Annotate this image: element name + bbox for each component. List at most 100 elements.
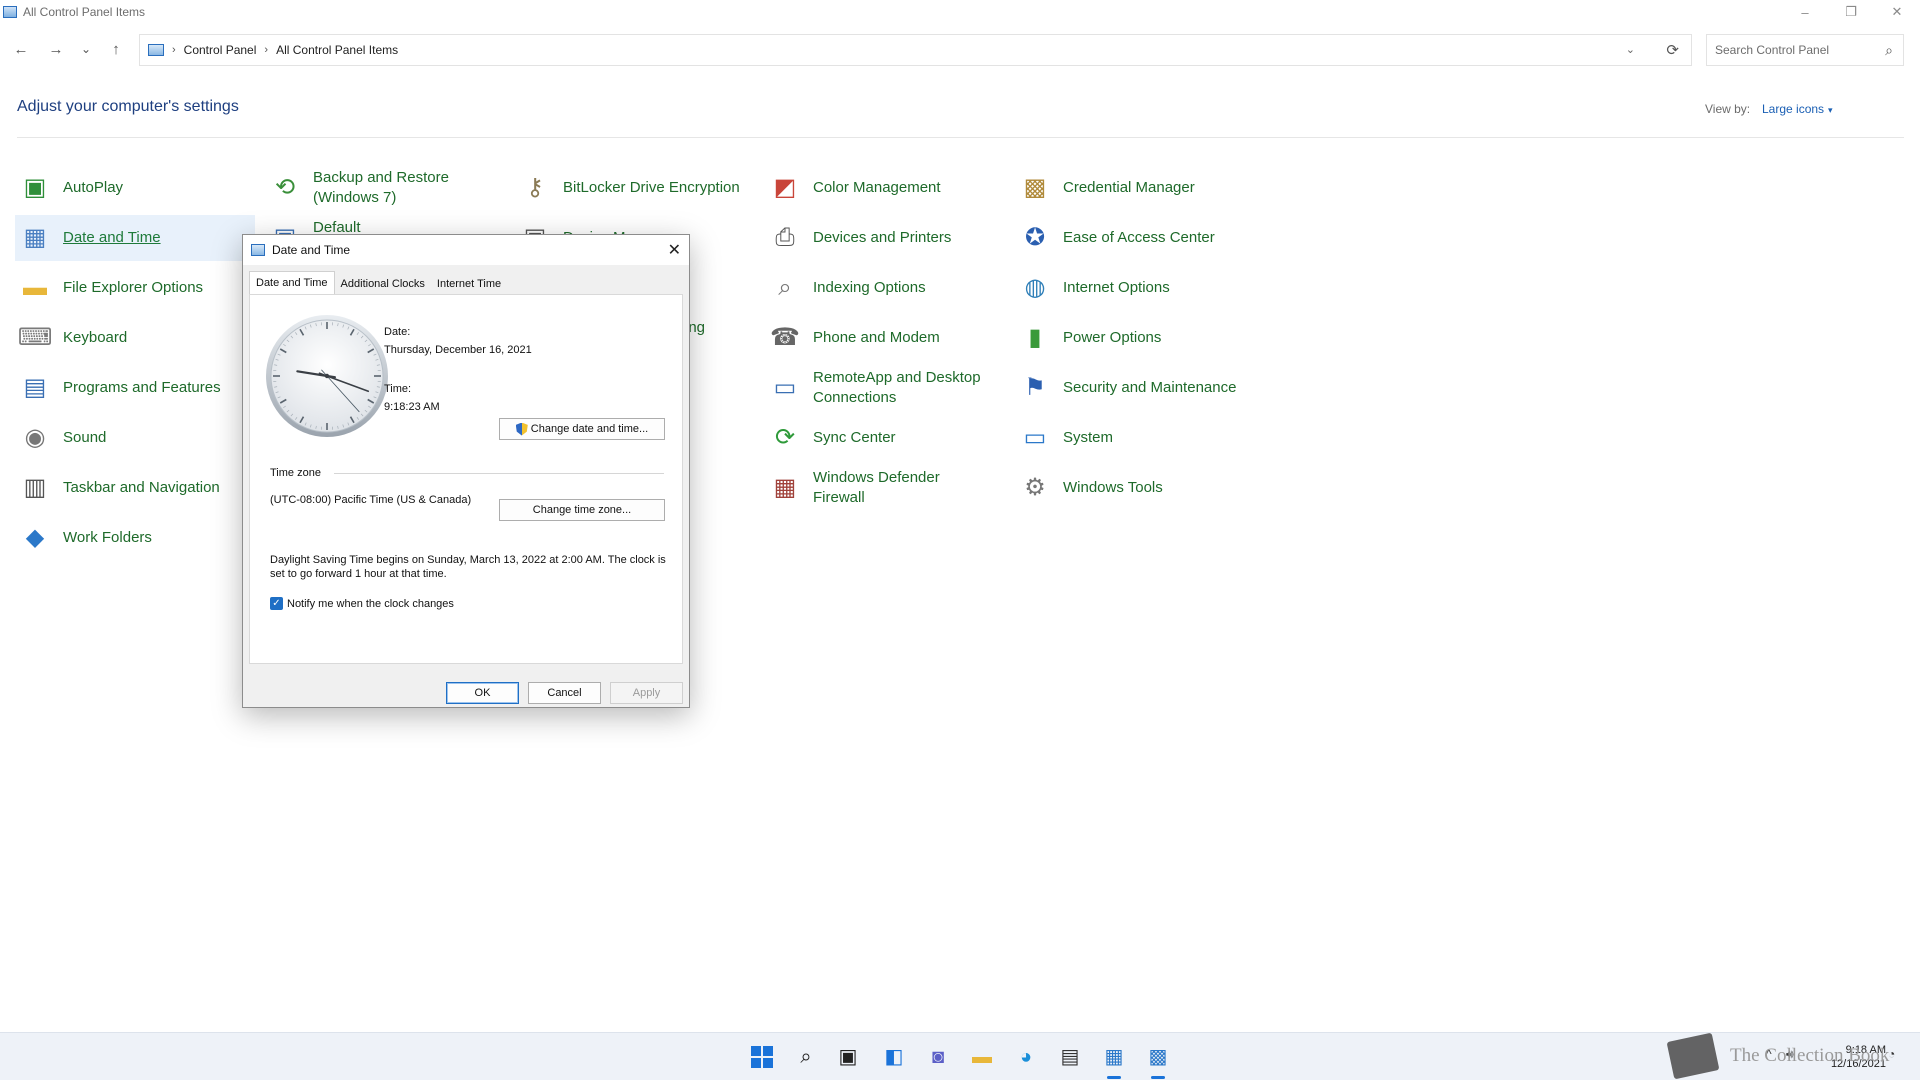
- phone-icon: ☎: [770, 324, 800, 351]
- item-bitlocker[interactable]: ⚷ BitLocker Drive Encryption: [515, 165, 755, 211]
- watermark: The Collection Book: [1666, 1032, 1910, 1080]
- uac-shield-icon: [515, 422, 528, 436]
- edge-browser-icon[interactable]: ◕: [1012, 1043, 1040, 1071]
- dialog-title-bar[interactable]: Date and Time ✕: [243, 235, 689, 265]
- item-backup-and-restore[interactable]: ⟲ Backup and Restore (Windows 7): [265, 165, 505, 211]
- item-internet-options[interactable]: ◍ Internet Options: [1015, 265, 1255, 311]
- recent-locations-button[interactable]: ⌄: [73, 36, 99, 62]
- item-label: Backup and Restore (Windows 7): [313, 169, 449, 206]
- forward-button[interactable]: →: [43, 36, 69, 62]
- start-icon[interactable]: [748, 1043, 776, 1071]
- item-date-and-time[interactable]: ▦ Date and Time: [15, 215, 255, 261]
- cancel-button[interactable]: Cancel: [528, 682, 601, 704]
- item-label: Programs and Features: [63, 379, 221, 396]
- ease-of-access-icon: ✪: [1024, 224, 1046, 251]
- search-placeholder: Search Control Panel: [1715, 43, 1830, 57]
- item-remoteapp[interactable]: ▭ RemoteApp and Desktop Connections: [765, 365, 1005, 411]
- search-input[interactable]: Search Control Panel ⌕: [1706, 34, 1904, 66]
- item-windows-tools[interactable]: ⚙ Windows Tools: [1015, 465, 1255, 511]
- breadcrumb-separator: ›: [264, 44, 269, 56]
- tab-date-and-time[interactable]: Date and Time: [249, 271, 335, 294]
- control-panel-icon: [148, 44, 164, 56]
- item-file-explorer-options[interactable]: ▬ File Explorer Options: [15, 265, 255, 311]
- button-label: Cancel: [547, 687, 582, 699]
- button-label: Change time zone...: [532, 504, 632, 516]
- item-label: Credential Manager: [1063, 179, 1195, 196]
- up-button[interactable]: ↑: [103, 36, 129, 62]
- dialog-close-button[interactable]: ✕: [668, 240, 681, 260]
- minimize-button[interactable]: –: [1782, 0, 1828, 24]
- item-label: Sync Center: [813, 429, 896, 446]
- taskbar: ⌕ ▣ ◧ ◙ ▬ ◕ ▤ ▦ ▩ ^ 🔊︎ 9:18 AM 12/16/202…: [0, 1032, 1920, 1080]
- chat-icon[interactable]: ◙: [924, 1043, 952, 1071]
- calendar-clock-icon: ▦: [23, 224, 47, 251]
- item-system[interactable]: ▭ System: [1015, 415, 1255, 461]
- battery-icon: ▮: [1028, 324, 1042, 351]
- view-by-label: View by:: [1705, 102, 1751, 116]
- close-button[interactable]: ✕: [1874, 0, 1920, 24]
- restore-button[interactable]: ❐: [1828, 0, 1874, 24]
- item-ease-of-access[interactable]: ✪ Ease of Access Center: [1015, 215, 1255, 261]
- apply-button[interactable]: Apply: [610, 682, 683, 704]
- checkbox-checked-icon[interactable]: ✓: [270, 597, 283, 610]
- folder-options-icon: ▬: [23, 274, 47, 301]
- item-label: RemoteApp and Desktop Connections: [813, 369, 981, 406]
- search-icon[interactable]: ⌕: [792, 1043, 820, 1071]
- item-label: File Explorer Options: [63, 279, 204, 296]
- item-power-options[interactable]: ▮ Power Options: [1015, 315, 1255, 361]
- window-title: All Control Panel Items: [23, 5, 146, 19]
- refresh-icon[interactable]: ⟳: [1666, 41, 1679, 59]
- item-autoplay[interactable]: ▣ AutoPlay: [15, 165, 255, 211]
- button-label: Apply: [632, 687, 661, 699]
- address-bar[interactable]: › Control Panel › All Control Panel Item…: [139, 34, 1692, 66]
- store-icon[interactable]: ▤: [1056, 1043, 1084, 1071]
- item-credential-manager[interactable]: ▩ Credential Manager: [1015, 165, 1255, 211]
- time-label: Time:: [384, 383, 412, 395]
- item-programs-and-features[interactable]: ▤ Programs and Features: [15, 365, 255, 411]
- watermark-text: The Collection Book: [1730, 1045, 1890, 1066]
- item-security-and-maintenance[interactable]: ⚑ Security and Maintenance: [1015, 365, 1255, 411]
- notify-label: Notify me when the clock changes: [287, 597, 454, 610]
- change-date-time-button[interactable]: Change date and time...: [499, 418, 665, 440]
- item-color-management[interactable]: ◩ Color Management: [765, 165, 1005, 211]
- item-label: System: [1063, 429, 1114, 446]
- item-label: Phone and Modem: [813, 329, 940, 346]
- chevron-down-icon: ▾: [1828, 105, 1833, 115]
- breadcrumb-all-items[interactable]: All Control Panel Items: [276, 43, 398, 57]
- task-view-icon[interactable]: ▣: [834, 1043, 862, 1071]
- address-dropdown-icon[interactable]: ⌄: [1626, 43, 1635, 56]
- view-by-dropdown[interactable]: Large icons ▾: [1762, 102, 1833, 116]
- file-explorer-icon[interactable]: ▬: [968, 1043, 996, 1071]
- tab-additional-clocks[interactable]: Additional Clocks: [335, 273, 431, 294]
- item-windows-defender-firewall[interactable]: ▦ Windows Defender Firewall: [765, 465, 1005, 511]
- notify-checkbox-row[interactable]: ✓ Notify me when the clock changes: [270, 597, 454, 610]
- item-taskbar-and-navigation[interactable]: ▥ Taskbar and Navigation: [15, 465, 255, 511]
- change-time-zone-button[interactable]: Change time zone...: [499, 499, 665, 521]
- back-button[interactable]: ←: [8, 36, 34, 62]
- navigation-bar: ← → ⌄ ↑ › Control Panel › All Control Pa…: [0, 30, 1920, 70]
- item-sound[interactable]: ◉ Sound: [15, 415, 255, 461]
- item-label: Sound: [63, 429, 107, 446]
- item-work-folders[interactable]: ◆ Work Folders: [15, 515, 255, 561]
- item-indexing-options[interactable]: ⌕ Indexing Options: [765, 265, 1005, 311]
- item-devices-and-printers[interactable]: ⎙ Devices and Printers: [765, 215, 1005, 261]
- work-folders-icon: ◆: [25, 524, 45, 551]
- button-label: Change date and time...: [530, 423, 649, 435]
- control-panel-taskbar-icon[interactable]: ▦: [1100, 1043, 1128, 1071]
- item-sync-center[interactable]: ⟳ Sync Center: [765, 415, 1005, 461]
- running-indicator: [1151, 1076, 1165, 1079]
- item-label: Work Folders: [63, 529, 152, 546]
- item-keyboard[interactable]: ⌨ Keyboard: [15, 315, 255, 361]
- ok-button[interactable]: OK: [446, 682, 519, 704]
- widgets-icon[interactable]: ◧: [880, 1043, 908, 1071]
- search-icon[interactable]: ⌕: [1885, 42, 1893, 59]
- gear-icon: ⚙: [1024, 474, 1046, 501]
- date-time-taskbar-icon[interactable]: ▩: [1144, 1043, 1172, 1071]
- autoplay-icon: ▣: [23, 174, 47, 201]
- tab-internet-time[interactable]: Internet Time: [431, 273, 507, 294]
- date-and-time-dialog: Date and Time ✕ Date and Time Additional…: [242, 234, 690, 708]
- breadcrumb-control-panel[interactable]: Control Panel: [184, 43, 257, 57]
- flag-icon: ⚑: [1024, 374, 1046, 401]
- item-phone-and-modem[interactable]: ☎ Phone and Modem: [765, 315, 1005, 361]
- dst-info-text: Daylight Saving Time begins on Sunday, M…: [270, 554, 666, 580]
